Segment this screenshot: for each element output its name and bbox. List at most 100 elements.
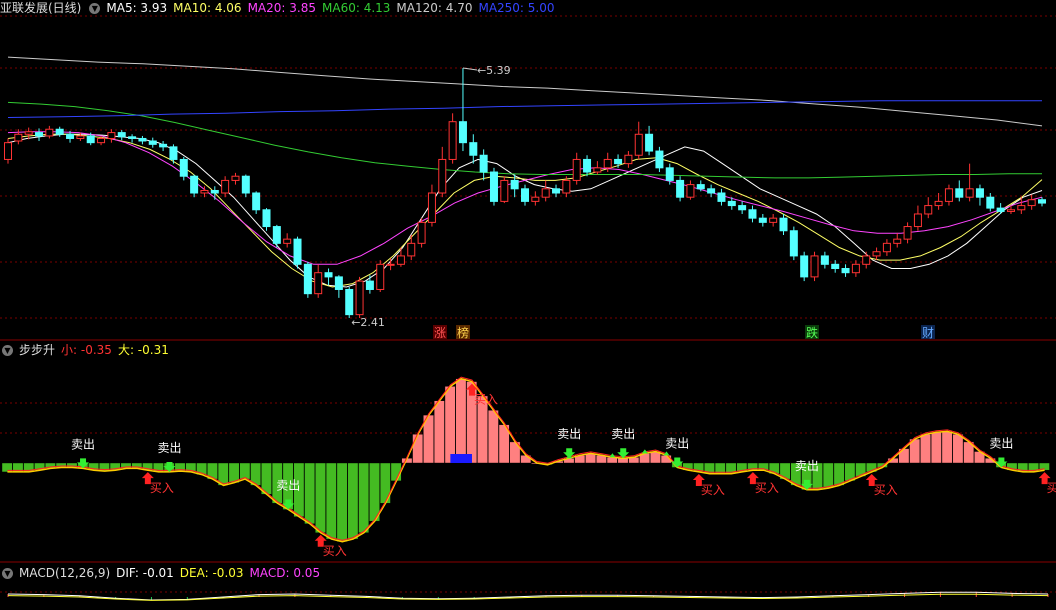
- candle: [97, 137, 106, 144]
- candle: [438, 158, 447, 194]
- candle: [924, 205, 933, 215]
- candle: [696, 184, 705, 190]
- buy-label: 买入: [1047, 481, 1056, 495]
- candle: [76, 135, 85, 139]
- candle: [717, 192, 726, 202]
- candle: [386, 263, 395, 266]
- bbs-bar: [930, 432, 942, 464]
- candle: [365, 280, 374, 290]
- candle: [86, 135, 95, 144]
- bbs-bar: [455, 378, 467, 464]
- buy-label: 买入: [701, 483, 725, 497]
- candle: [996, 207, 1005, 212]
- macd-dif-label: DIF: -0.01: [116, 566, 174, 580]
- sell-label: 卖出: [795, 459, 819, 473]
- candle: [810, 255, 819, 278]
- ma-line-ma250: [7, 100, 1042, 118]
- candle: [396, 255, 405, 265]
- bbs-bar: [952, 434, 964, 464]
- candle: [975, 188, 984, 198]
- candle: [303, 263, 312, 295]
- candle: [138, 137, 147, 142]
- candle: [593, 167, 602, 173]
- buy-label: 买入: [323, 544, 347, 558]
- dropdown-icon[interactable]: ▼: [2, 345, 13, 356]
- candle: [944, 188, 953, 202]
- candle: [686, 184, 695, 198]
- candle: [128, 136, 137, 139]
- candle: [210, 189, 219, 194]
- candle: [603, 158, 612, 169]
- candle: [169, 146, 178, 160]
- bbs-bar: [444, 386, 456, 464]
- candle: [293, 238, 302, 265]
- candle: [1038, 199, 1046, 204]
- candle: [934, 200, 943, 207]
- candle: [955, 188, 964, 198]
- candle: [221, 179, 230, 194]
- candle: [541, 188, 550, 198]
- bbs-bar: [412, 434, 424, 464]
- candle: [241, 175, 250, 194]
- bbs-small-label: 小: -0.35: [61, 343, 112, 357]
- bbs-bar: [941, 431, 953, 464]
- candle: [500, 179, 509, 202]
- candle: [1006, 209, 1015, 212]
- event-tag: 跌: [806, 325, 818, 340]
- candle: [800, 255, 809, 278]
- event-tag: 财: [922, 326, 934, 340]
- candle: [614, 158, 623, 165]
- candle: [727, 200, 736, 207]
- event-tag: 榜: [457, 325, 469, 340]
- event-tag: 涨: [434, 325, 446, 340]
- dropdown-icon[interactable]: ▼: [2, 568, 13, 579]
- candle: [117, 132, 126, 138]
- candle: [55, 128, 64, 135]
- macd-title[interactable]: MACD(12,26,9): [19, 566, 110, 580]
- candle: [200, 189, 209, 194]
- candle: [583, 158, 592, 173]
- candle: [572, 158, 581, 181]
- candle: [283, 238, 292, 244]
- candle: [903, 226, 912, 240]
- candle: [489, 171, 498, 202]
- sell-label: 卖出: [989, 436, 1013, 450]
- macd-panel-header: ▼ MACD(12,26,9) DIF: -0.01 DEA: -0.03 MACD: …: [0, 565, 326, 581]
- sell-label: 卖出: [276, 479, 300, 493]
- candle: [645, 133, 654, 152]
- candle: [355, 280, 364, 316]
- candle: [769, 217, 778, 223]
- candle: [738, 205, 747, 211]
- macd-dif-line: [7, 591, 1049, 601]
- ma-line-ma5: [7, 133, 1043, 288]
- candle: [334, 276, 343, 290]
- candle: [820, 255, 829, 265]
- bbs-bar: [487, 410, 499, 464]
- candle: [862, 255, 871, 265]
- candle: [1027, 199, 1036, 207]
- ma-line-ma120: [7, 56, 1043, 127]
- candle: [314, 272, 323, 295]
- candle: [707, 188, 716, 194]
- candle: [407, 242, 416, 257]
- high-price-label: ←5.39: [477, 64, 511, 77]
- buy-label: 买入: [755, 481, 779, 495]
- candle: [531, 196, 540, 202]
- candle: [252, 192, 261, 211]
- candle: [521, 188, 529, 202]
- candle: [831, 263, 840, 270]
- candle: [66, 133, 75, 139]
- candle: [190, 175, 199, 194]
- sell-label: 卖出: [157, 441, 181, 455]
- candle: [35, 132, 44, 137]
- bbs-bar: [304, 462, 316, 525]
- candle: [458, 121, 467, 144]
- candle: [510, 179, 519, 190]
- candle: [262, 209, 271, 228]
- sell-label: 卖出: [611, 427, 635, 441]
- candle: [748, 209, 757, 219]
- bbs-bar: [920, 434, 931, 464]
- bbs-title[interactable]: 步步升: [19, 343, 55, 357]
- candle: [148, 140, 157, 145]
- candle: [789, 230, 798, 257]
